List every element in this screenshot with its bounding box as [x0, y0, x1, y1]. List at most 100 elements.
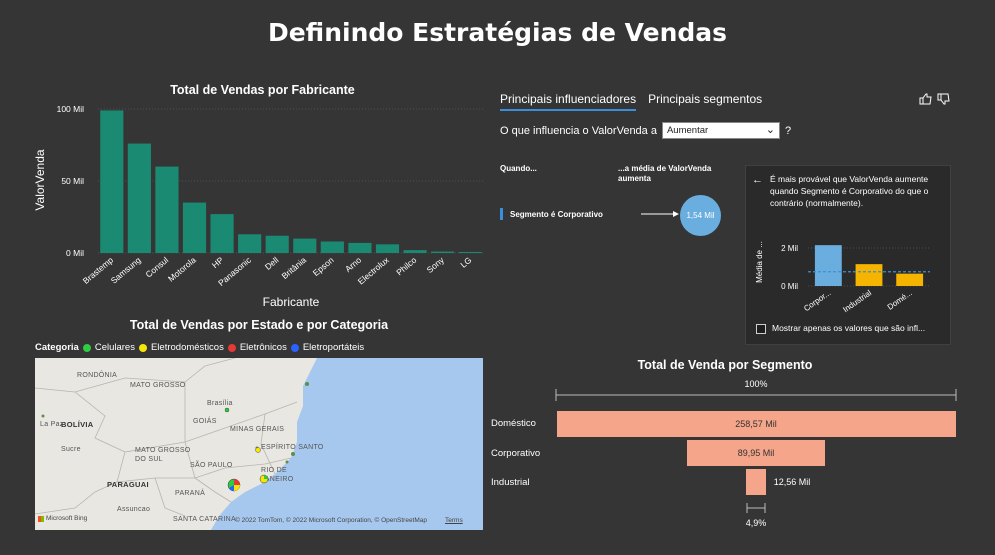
influencer-row-label[interactable]: Segmento é Corporativo: [510, 210, 603, 219]
bar-chart-x-tick: Samsung: [109, 255, 143, 286]
col-when-header: Quando...: [500, 164, 537, 173]
funnel-bottom-percent: 4,9%: [745, 518, 767, 528]
mini-chart-x-tick: Corpor...: [802, 288, 832, 313]
dropdown-value: Aumentar: [666, 125, 709, 136]
page-title: Definindo Estratégias de Vendas: [267, 18, 728, 47]
selected-row-marker: [500, 208, 503, 220]
mini-chart-y-tick: 2 Mil: [781, 244, 798, 253]
map-terms-link[interactable]: Terms: [445, 517, 463, 524]
funnel-chart[interactable]: Doméstico Corporativo Industrial 258,57 …: [490, 410, 960, 500]
bar-chart-y-tick: 0 Mil: [66, 248, 84, 258]
bar-philco[interactable]: [403, 250, 427, 253]
map-title: Total de Vendas por Estado e por Categor…: [129, 318, 389, 332]
bar-panasonic[interactable]: [238, 234, 262, 253]
influencer-bubble-value: 1,54 Mil: [686, 211, 715, 220]
funnel-title: Total de Venda por Segmento: [637, 358, 813, 372]
mini-bar[interactable]: [855, 264, 883, 286]
bar-lg[interactable]: [458, 251, 482, 253]
legend-title: Categoria: [35, 342, 79, 353]
back-arrow-icon[interactable]: ←: [752, 174, 763, 186]
bar-chart-x-tick: Epson: [311, 255, 336, 278]
mini-bar[interactable]: [896, 273, 924, 286]
microsoft-logo-icon: [38, 515, 44, 522]
legend-item-celulares[interactable]: Celulares: [95, 342, 135, 353]
bar-epson[interactable]: [320, 241, 344, 253]
bar-motorola[interactable]: [182, 202, 207, 253]
bar-chart-x-tick: Brastemp: [81, 255, 116, 286]
arrow-right-icon: [641, 211, 679, 217]
bar-samsung[interactable]: [127, 143, 151, 253]
legend-dot-eletronicos: [227, 343, 236, 352]
bar-consul[interactable]: [155, 166, 179, 253]
funnel-value-domestico: 258,57 Mil: [735, 419, 777, 429]
influencers-question: O que influencia o ValorVenda a Aumentar…: [500, 122, 791, 139]
bar-chart[interactable]: 100 Mil50 Mil0 Mil BrastempSamsung Consul…: [30, 98, 490, 316]
map-legend: Categoria Celulares Eletrodomésticos Ele…: [35, 342, 364, 353]
bar-chart-x-tick: LG: [458, 255, 473, 270]
funnel-value-corporativo: 89,95 Mil: [737, 448, 775, 458]
bar-arno[interactable]: [348, 242, 372, 253]
funnel-bottom-bracket: [746, 503, 766, 513]
bar-electrolux[interactable]: [375, 244, 400, 253]
legend-dot-eletroportateis: [290, 343, 299, 352]
bar-chart-x-tick: Philco: [394, 255, 418, 278]
mini-chart-y-label: Média de ...: [755, 241, 764, 283]
bing-logo-text: Microsoft Bing: [46, 515, 88, 522]
bar-chart-x-tick: Britânia: [280, 255, 309, 281]
thumbs-up-icon[interactable]: [919, 93, 932, 105]
bar-chart-title: Total de Vendas por Fabricante: [170, 83, 355, 97]
feedback-icons: [919, 93, 950, 105]
influencers-tabs: Principais influenciadores Principais se…: [500, 92, 762, 111]
mini-chart-y-tick: 0 Mil: [781, 282, 798, 291]
funnel-label-domestico: Doméstico: [491, 418, 536, 429]
bar-sony[interactable]: [431, 251, 455, 253]
map-bubbles: [224, 407, 269, 492]
influencer-detail-chart: Média de ... 2 Mil 0 Mil Corpor... Industr…: [755, 241, 930, 314]
bar-brastemp[interactable]: [100, 110, 124, 253]
bar-chart-y-axis-label: ValorVenda: [33, 149, 47, 210]
legend-item-eletroportateis[interactable]: Eletroportáteis: [303, 342, 364, 353]
mini-bar[interactable]: [814, 245, 842, 286]
legend-dot-eletrodomesticos: [138, 343, 147, 352]
map-bubble-minas-gerais[interactable]: [255, 447, 261, 453]
legend-item-eletrodomesticos[interactable]: Eletrodomésticos: [151, 342, 224, 353]
bar-dell[interactable]: [265, 235, 289, 253]
bar-chart-y-tick: 100 Mil: [57, 104, 85, 114]
tab-principais-segmentos[interactable]: Principais segmentos: [648, 92, 762, 111]
chevron-down-icon: ⌄: [765, 124, 775, 136]
bar-hp[interactable]: [210, 214, 234, 253]
bar-chart-x-tick: Electrolux: [356, 254, 392, 286]
bar-chart-x-tick: Dell: [263, 255, 281, 272]
bar-chart-x-tick: Motorola: [166, 255, 198, 284]
checkbox-label: Mostrar apenas os valores que são infl..…: [772, 323, 926, 333]
bar-chart-x-tick: Arno: [343, 255, 363, 274]
map-bubble-rio-de-janeiro[interactable]: [259, 474, 269, 484]
influencer-detail-panel: ← É mais provável que ValorVenda aumente…: [745, 165, 951, 345]
influencer-bubble[interactable]: 1,54 Mil: [680, 195, 721, 236]
bar-chart-x-axis-label: Fabricante: [263, 295, 320, 309]
col-avg-header: ...a média de ValorVenda aumenta: [618, 164, 712, 183]
question-prefix: O que influencia o ValorVenda a: [500, 124, 657, 137]
funnel-value-industrial: 12,56 Mil: [773, 477, 811, 487]
bar-britânia[interactable]: [293, 238, 317, 253]
detail-description: É mais provável que ValorVenda aumente q…: [770, 174, 929, 208]
map-canvas[interactable]: RONDÔNIA MATO GROSSO BOLÍVIA La Paz Sucr…: [35, 358, 483, 530]
funnel-label-industrial: Industrial: [491, 477, 530, 488]
show-influential-only-checkbox[interactable]: [756, 324, 766, 334]
map-bubble-brasilia[interactable]: [224, 407, 230, 413]
legend-item-eletronicos[interactable]: Eletrônicos: [240, 342, 287, 353]
bar-chart-x-tick: HP: [210, 255, 226, 270]
map-bubble-sao-paulo[interactable]: [227, 478, 241, 492]
thumbs-down-icon[interactable]: [937, 93, 950, 105]
tab-principais-influenciadores[interactable]: Principais influenciadores: [500, 92, 637, 111]
funnel-bar-industrial[interactable]: [746, 469, 766, 495]
increase-dropdown[interactable]: Aumentar ⌄: [661, 122, 780, 139]
funnel-top-bracket: [555, 389, 957, 401]
mini-chart-x-tick: Industrial: [841, 288, 873, 314]
mini-chart-x-tick: Domé...: [886, 288, 914, 311]
question-mark: ?: [784, 124, 792, 137]
legend-dot-celulares: [82, 343, 91, 352]
map-attribution: © 2022 TomTom, © 2022 Microsoft Corporat…: [235, 517, 428, 524]
funnel-label-corporativo: Corporativo: [491, 448, 541, 459]
bar-chart-x-tick: Sony: [425, 254, 447, 275]
